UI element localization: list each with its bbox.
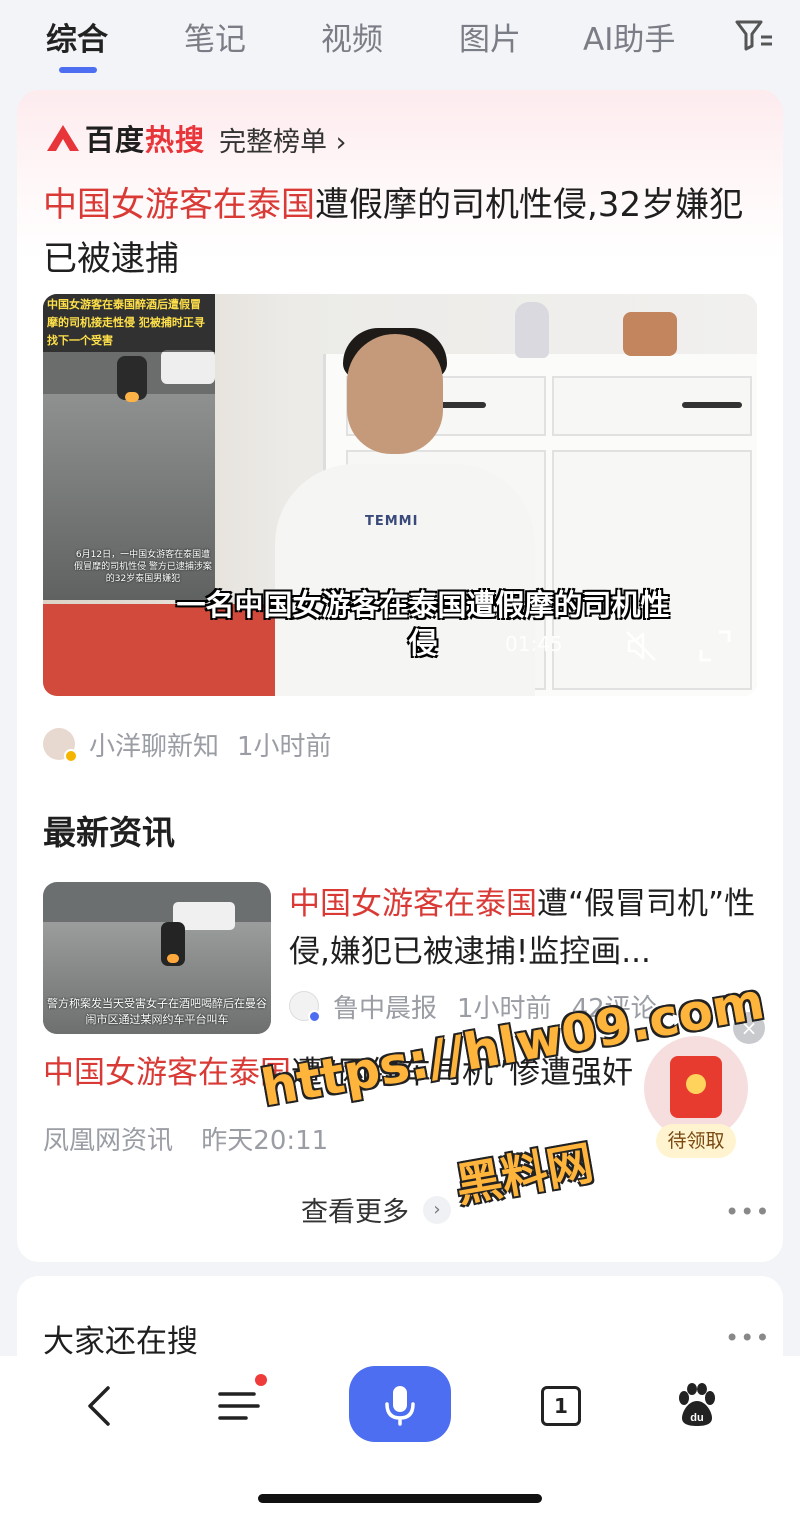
more-options-icon[interactable]: ••• [725, 1198, 770, 1226]
svg-text:du: du [690, 1412, 703, 1424]
latest-news-title: 最新资讯 [43, 813, 175, 852]
mute-icon[interactable] [623, 628, 659, 664]
verified-badge-icon [308, 1010, 321, 1023]
view-more-button[interactable]: 查看更多 › [301, 1190, 451, 1229]
baidu-hot-search-logo: 百度热搜 [45, 118, 205, 158]
inset-caption: 中国女游客在泰国醉酒后遭假冒摩的司机接走性侵 犯被捕时正寻找下一个受害 [43, 294, 215, 352]
microphone-icon [385, 1386, 415, 1426]
voice-search-button[interactable] [349, 1366, 451, 1442]
hot-search-headline[interactable]: 中国女游客在泰国遭假摩的司机性侵,32岁嫌犯已被逮捕 [43, 178, 763, 286]
more-options-icon[interactable]: ••• [725, 1324, 770, 1352]
red-envelope-icon [670, 1056, 722, 1118]
search-result-tabs: 综合 笔记 视频 图片 AI助手 [0, 0, 800, 84]
news-title-highlight: 中国女游客在泰国 [289, 886, 537, 922]
headline-highlight: 中国女游客在泰国 [43, 185, 315, 225]
hot-search-flame-icon [47, 125, 79, 151]
news-time: 昨天20:11 [201, 1126, 329, 1156]
video-player[interactable]: 中国女游客在泰国醉酒后遭假冒摩的司机接走性侵 犯被捕时正寻找下一个受害 6月12… [43, 294, 757, 696]
verified-badge-icon [64, 749, 78, 763]
menu-icon[interactable] [218, 1386, 262, 1426]
thumbnail-caption: 警方称案发当天受害女子在酒吧喝醉后在曼谷闹市区通过某网约车平台叫车 [47, 997, 267, 1026]
inset-subtitle: 6月12日，一中国女游客在泰国遭假冒摩的司机性侵 警方已逮捕涉案的32岁泰国男嫌… [74, 550, 212, 584]
video-duration: 01:45 [505, 632, 563, 656]
news-meta: 凤凰网资讯 昨天20:11 [43, 1120, 328, 1157]
related-searches-title: 大家还在搜 [43, 1324, 198, 1360]
baidu-paw-icon[interactable]: du [674, 1382, 720, 1428]
view-more-label: 查看更多 [301, 1197, 409, 1228]
back-icon[interactable] [82, 1384, 118, 1428]
brand-hot-search: 热搜 [145, 123, 206, 157]
bottom-nav-bar: 1 du [0, 1356, 800, 1521]
source-logo-icon [289, 991, 321, 1023]
video-inset-clip: 中国女游客在泰国醉酒后遭假冒摩的司机接走性侵 犯被捕时正寻找下一个受害 6月12… [43, 294, 215, 600]
news-thumbnail: 警方称案发当天受害女子在酒吧喝醉后在曼谷闹市区通过某网约车平台叫车 [43, 882, 271, 1034]
news-source: 凤凰网资讯 [43, 1126, 174, 1156]
notification-dot [255, 1374, 267, 1386]
tab-switcher-button[interactable]: 1 [541, 1386, 581, 1426]
tab-comprehensive[interactable]: 综合 [46, 14, 108, 59]
chevron-right-icon: › [423, 1195, 451, 1224]
tab-videos[interactable]: 视频 [321, 14, 383, 59]
tab-notes[interactable]: 笔记 [184, 14, 246, 59]
avatar [43, 728, 78, 763]
fullscreen-icon[interactable] [697, 628, 733, 664]
author-time: 1小时前 [237, 731, 332, 762]
shirt-print: TEMMI [365, 514, 419, 529]
tab-images[interactable]: 图片 [459, 14, 521, 59]
author-name: 小洋聊新知 [89, 731, 220, 762]
news-title-highlight: 中国女游客在泰国 [43, 1055, 291, 1091]
filter-icon[interactable] [734, 18, 774, 52]
news-source: 鲁中晨报 [333, 993, 438, 1024]
home-indicator [258, 1494, 542, 1503]
red-envelope-label[interactable]: 待领取 [656, 1124, 736, 1158]
tab-ai-assistant[interactable]: AI助手 [583, 14, 675, 59]
brand-baidu: 百度 [85, 123, 146, 157]
video-subtitle: 一名中国女游客在泰国遭假摩的司机性侵 [176, 588, 670, 660]
active-tab-indicator [59, 67, 97, 73]
news-title: 中国女游客在泰国遭“假冒司机”性侵,嫌犯已被逮捕!监控画... [289, 880, 763, 976]
video-author[interactable]: 小洋聊新知 1小时前 [43, 726, 332, 763]
full-list-link[interactable]: 完整榜单 › [219, 120, 346, 159]
